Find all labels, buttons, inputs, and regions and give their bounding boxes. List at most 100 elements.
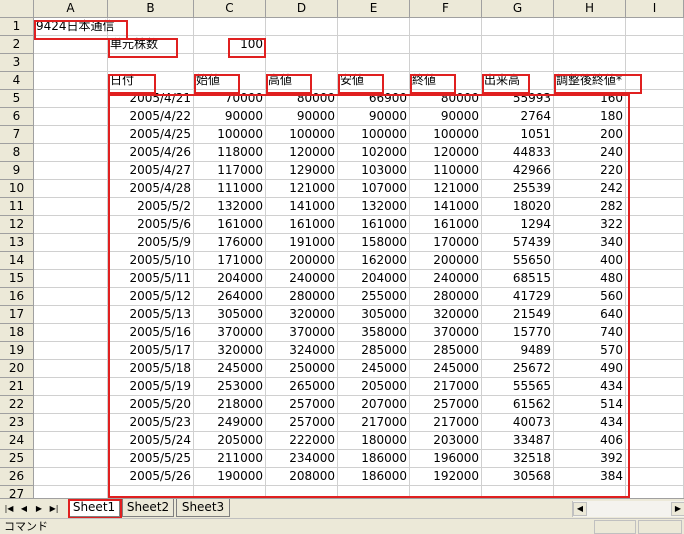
row-header[interactable]: 11 [0,198,34,216]
cell-g1[interactable] [482,18,554,36]
cell-f9[interactable]: 110000 [410,162,482,180]
cell-e3[interactable] [338,54,410,72]
cell-i4[interactable] [626,72,684,90]
cell-b5[interactable]: 2005/4/21 [108,90,194,108]
cell-e20[interactable]: 245000 [338,360,410,378]
cell-c7[interactable]: 100000 [194,126,266,144]
row-header[interactable]: 26 [0,468,34,486]
cell-e27[interactable] [338,486,410,498]
row-header[interactable]: 8 [0,144,34,162]
cell-a23[interactable] [34,414,108,432]
cell-c6[interactable]: 90000 [194,108,266,126]
cell-a19[interactable] [34,342,108,360]
cell-i19[interactable] [626,342,684,360]
cell-c24[interactable]: 205000 [194,432,266,450]
cell-f26[interactable]: 192000 [410,468,482,486]
cell-b26[interactable]: 2005/5/26 [108,468,194,486]
cell-h10[interactable]: 242 [554,180,626,198]
cell-f17[interactable]: 320000 [410,306,482,324]
cell-c17[interactable]: 305000 [194,306,266,324]
cell-b24[interactable]: 2005/5/24 [108,432,194,450]
row-header[interactable]: 25 [0,450,34,468]
cell-e21[interactable]: 205000 [338,378,410,396]
horizontal-scrollbar[interactable]: ◀ ▶ [572,501,684,517]
cell-i7[interactable] [626,126,684,144]
cell-d9[interactable]: 129000 [266,162,338,180]
cell-f3[interactable] [410,54,482,72]
cell-h20[interactable]: 490 [554,360,626,378]
row-header[interactable]: 10 [0,180,34,198]
cell-e18[interactable]: 358000 [338,324,410,342]
column-header-e[interactable]: E [338,0,410,18]
cell-d27[interactable] [266,486,338,498]
cell-h15[interactable]: 480 [554,270,626,288]
cell-e19[interactable]: 285000 [338,342,410,360]
cell-g9[interactable]: 42966 [482,162,554,180]
cell-g24[interactable]: 33487 [482,432,554,450]
cell-b1[interactable] [108,18,194,36]
cell-e10[interactable]: 107000 [338,180,410,198]
row-header[interactable]: 15 [0,270,34,288]
cell-c5[interactable]: 70000 [194,90,266,108]
cell-i8[interactable] [626,144,684,162]
cell-a16[interactable] [34,288,108,306]
cell-g2[interactable] [482,36,554,54]
cell-g3[interactable] [482,54,554,72]
cell-i15[interactable] [626,270,684,288]
cell-b2[interactable]: 単元株数 [108,36,194,54]
cell-g18[interactable]: 15770 [482,324,554,342]
cell-a20[interactable] [34,360,108,378]
cell-d11[interactable]: 141000 [266,198,338,216]
cell-c11[interactable]: 132000 [194,198,266,216]
cell-f27[interactable] [410,486,482,498]
row-header[interactable]: 22 [0,396,34,414]
cell-b22[interactable]: 2005/5/20 [108,396,194,414]
cell-h8[interactable]: 240 [554,144,626,162]
row-header[interactable]: 1 [0,18,34,36]
cell-d15[interactable]: 240000 [266,270,338,288]
cell-b12[interactable]: 2005/5/6 [108,216,194,234]
cell-e9[interactable]: 103000 [338,162,410,180]
cell-f19[interactable]: 285000 [410,342,482,360]
cell-d20[interactable]: 250000 [266,360,338,378]
cell-d18[interactable]: 370000 [266,324,338,342]
cell-f25[interactable]: 196000 [410,450,482,468]
cell-a1[interactable]: 9424日本通信 [34,18,115,36]
cell-e16[interactable]: 255000 [338,288,410,306]
cell-g20[interactable]: 25672 [482,360,554,378]
cell-f21[interactable]: 217000 [410,378,482,396]
cell-a24[interactable] [34,432,108,450]
cell-c21[interactable]: 253000 [194,378,266,396]
cell-h18[interactable]: 740 [554,324,626,342]
cell-i16[interactable] [626,288,684,306]
cell-i20[interactable] [626,360,684,378]
cell-g22[interactable]: 61562 [482,396,554,414]
cell-g16[interactable]: 41729 [482,288,554,306]
cell-i6[interactable] [626,108,684,126]
cell-h2[interactable] [554,36,626,54]
row-header[interactable]: 16 [0,288,34,306]
cell-f18[interactable]: 370000 [410,324,482,342]
cell-h14[interactable]: 400 [554,252,626,270]
cell-g21[interactable]: 55565 [482,378,554,396]
cell-g5[interactable]: 55993 [482,90,554,108]
cell-b13[interactable]: 2005/5/9 [108,234,194,252]
cell-h12[interactable]: 322 [554,216,626,234]
cell-i18[interactable] [626,324,684,342]
cell-g13[interactable]: 57439 [482,234,554,252]
cell-a21[interactable] [34,378,108,396]
cell-i11[interactable] [626,198,684,216]
prev-sheet-icon[interactable]: ◀ [17,502,31,515]
cell-b11[interactable]: 2005/5/2 [108,198,194,216]
cell-a7[interactable] [34,126,108,144]
cell-h24[interactable]: 406 [554,432,626,450]
cell-d5[interactable]: 80000 [266,90,338,108]
cell-f10[interactable]: 121000 [410,180,482,198]
cell-g25[interactable]: 32518 [482,450,554,468]
cell-c2[interactable]: 100 [194,36,266,54]
cell-g17[interactable]: 21549 [482,306,554,324]
row-header[interactable]: 13 [0,234,34,252]
tab-sheet2[interactable]: Sheet2 [122,499,174,517]
cell-c27[interactable] [194,486,266,498]
cell-b8[interactable]: 2005/4/26 [108,144,194,162]
